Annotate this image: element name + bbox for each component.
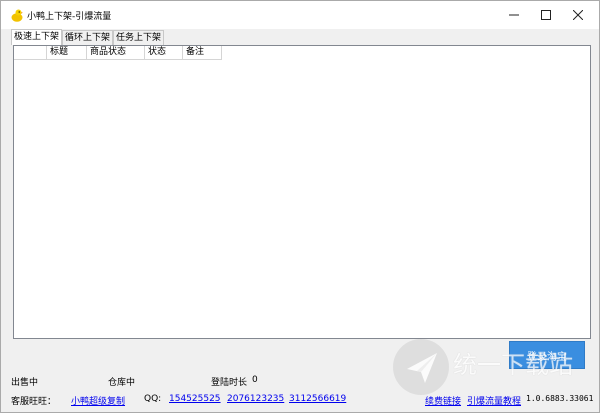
tab-fast-listing[interactable]: 极速上下架 bbox=[11, 29, 63, 45]
service-wangwang-link[interactable]: 小鸭超级复制 bbox=[71, 394, 125, 407]
product-list-view[interactable]: 标题 商品状态 状态 备注 bbox=[13, 45, 591, 339]
tab-cycle-listing[interactable]: 循环上下架 bbox=[62, 30, 114, 45]
column-header-title[interactable]: 标题 bbox=[47, 46, 87, 60]
column-header-note[interactable]: 备注 bbox=[183, 46, 222, 60]
tab-strip: 极速上下架 循环上下架 任务上下架 bbox=[11, 29, 165, 45]
maximize-icon bbox=[541, 10, 551, 20]
column-header-select[interactable] bbox=[14, 46, 47, 60]
login-duration-value: 0 bbox=[252, 375, 258, 385]
duck-app-icon bbox=[11, 9, 23, 22]
service-label: 客服旺旺： bbox=[11, 397, 57, 407]
qq-link-3[interactable]: 3112566619 bbox=[289, 394, 346, 404]
title-bar: 小鸭上下架-引爆流量 bbox=[1, 1, 599, 29]
site-watermark: 统一下载站 bbox=[393, 339, 599, 411]
maximize-button[interactable] bbox=[530, 1, 562, 29]
tab-task-listing[interactable]: 任务上下架 bbox=[113, 30, 165, 45]
on-sale-label: 出售中 bbox=[11, 378, 39, 388]
qq-link-2[interactable]: 2076123235 bbox=[227, 394, 284, 404]
app-window: 小鸭上下架-引爆流量 极速上下架 循环上下架 任务上下架 标题 商品状态 状态 … bbox=[0, 0, 600, 413]
watermark-logo bbox=[393, 339, 449, 395]
window-title: 小鸭上下架-引爆流量 bbox=[27, 12, 112, 22]
watermark-text: 统一下载站 bbox=[453, 351, 573, 379]
minimize-icon bbox=[509, 14, 519, 16]
qq-link-1[interactable]: 154525525 bbox=[169, 394, 221, 404]
login-duration-label: 登陆时长 bbox=[211, 378, 248, 388]
close-button[interactable] bbox=[562, 1, 594, 29]
minimize-button[interactable] bbox=[498, 1, 530, 29]
close-icon bbox=[573, 10, 583, 20]
column-header-status[interactable]: 状态 bbox=[145, 46, 183, 60]
column-header-product-status[interactable]: 商品状态 bbox=[87, 46, 145, 60]
qq-label: QQ: bbox=[144, 394, 162, 404]
paper-plane-icon bbox=[407, 353, 437, 383]
warehouse-label: 仓库中 bbox=[108, 378, 136, 388]
